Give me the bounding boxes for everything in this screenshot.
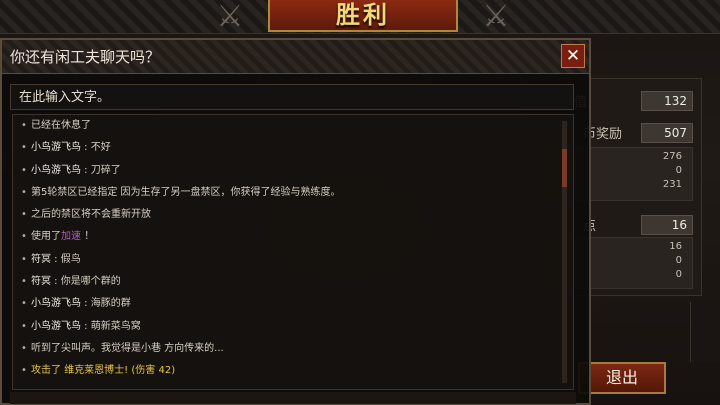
chat-title: 你还有闲工夫聊天吗？ bbox=[10, 48, 161, 66]
points-breakdown-1: 16 bbox=[669, 241, 682, 252]
victory-banner: 胜利 bbox=[268, 0, 458, 32]
victory-title: 胜利 bbox=[336, 0, 390, 29]
crossed-guns-emblem-right: ⚔ bbox=[482, 0, 510, 34]
reward-breakdown-2: 0 bbox=[675, 165, 682, 176]
message-item: 已经在休息了 bbox=[21, 115, 573, 138]
scrollbar-thumb[interactable] bbox=[562, 149, 567, 187]
message-log[interactable]: 已经在休息了 小鸟游飞鸟 : 不好 小鸟游飞鸟 : 刀碎了 第5轮禁区已经指定 … bbox=[12, 114, 574, 390]
message-item: 小鸟游飞鸟 : 萌新菜鸟窝 bbox=[21, 316, 573, 339]
reward-breakdown-3: 231 bbox=[662, 179, 682, 190]
reward-breakdown-1: 276 bbox=[662, 151, 682, 162]
right-side-strip bbox=[690, 302, 720, 362]
points-breakdown-2: 0 bbox=[675, 255, 682, 266]
message-item: 小鸟游飞鸟 : 海豚的群 bbox=[21, 293, 573, 316]
points-value: 16 bbox=[641, 215, 693, 235]
chat-footer bbox=[10, 392, 576, 404]
reward-value: 507 bbox=[641, 123, 693, 143]
message-item: 符冥 : 你是哪个群的 bbox=[21, 271, 573, 294]
message-item-attack: 攻击了 维克莱恩博士! (伤害 42) bbox=[21, 360, 573, 383]
exp-value: 132 bbox=[641, 91, 693, 111]
message-item: 符冥 : 假鸟 bbox=[21, 249, 573, 272]
chat-input[interactable] bbox=[10, 84, 574, 110]
message-list: 已经在休息了 小鸟游飞鸟 : 不好 小鸟游飞鸟 : 刀碎了 第5轮禁区已经指定 … bbox=[13, 115, 573, 383]
points-breakdown-3: 0 bbox=[675, 269, 682, 280]
chat-window: 你还有闲工夫聊天吗？ ✕ 已经在休息了 小鸟游飞鸟 : 不好 小鸟游飞鸟 : 刀… bbox=[0, 38, 591, 405]
scrollbar[interactable] bbox=[562, 121, 567, 383]
chat-header: 你还有闲工夫聊天吗？ bbox=[2, 40, 589, 74]
message-item: 听到了尖叫声。我觉得是小巷 方向传来的... bbox=[21, 338, 573, 361]
exit-button[interactable]: 退出 bbox=[578, 362, 666, 394]
message-item: 小鸟游飞鸟 : 刀碎了 bbox=[21, 160, 573, 183]
crossed-guns-emblem-left: ⚔ bbox=[216, 0, 244, 34]
message-item: 使用了加速 ！ bbox=[21, 226, 573, 249]
close-button[interactable]: ✕ bbox=[561, 44, 585, 68]
message-item: 之后的禁区将不会重新开放 bbox=[21, 204, 573, 227]
message-item: 小鸟游飞鸟 : 不好 bbox=[21, 137, 573, 160]
message-item: 第5轮禁区已经指定 因为生存了另一盘禁区，你获得了经验与熟练度。 bbox=[21, 182, 573, 205]
